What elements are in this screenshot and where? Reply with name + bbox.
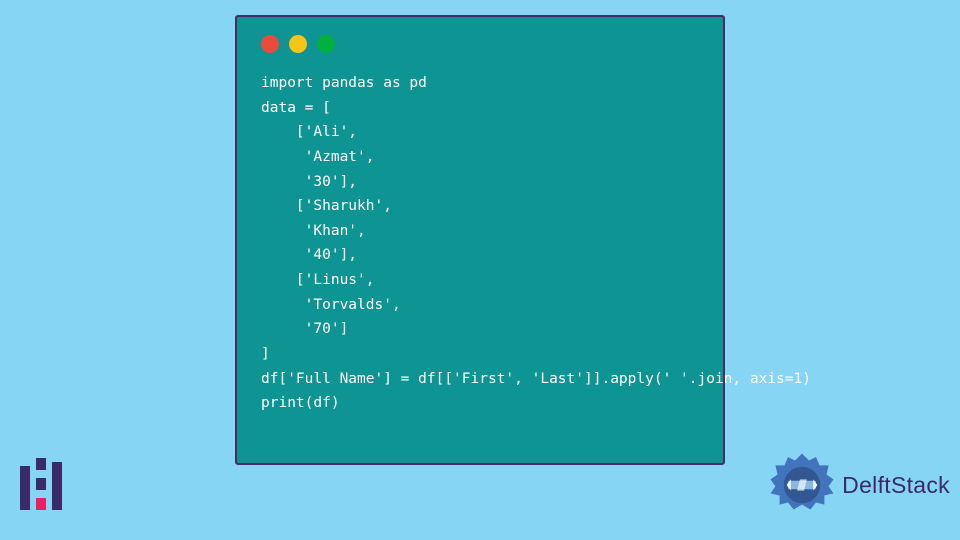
close-icon <box>261 35 279 53</box>
brand-name: DelftStack <box>842 472 950 499</box>
window-controls <box>261 35 699 53</box>
code-window: import pandas as pd data = [ ['Ali', 'Az… <box>235 15 725 465</box>
brand-badge-icon <box>767 450 837 520</box>
brand: DelftStack <box>767 450 950 520</box>
code-block: import pandas as pd data = [ ['Ali', 'Az… <box>261 71 699 416</box>
left-logo-icon <box>20 458 70 518</box>
maximize-icon <box>317 35 335 53</box>
minimize-icon <box>289 35 307 53</box>
